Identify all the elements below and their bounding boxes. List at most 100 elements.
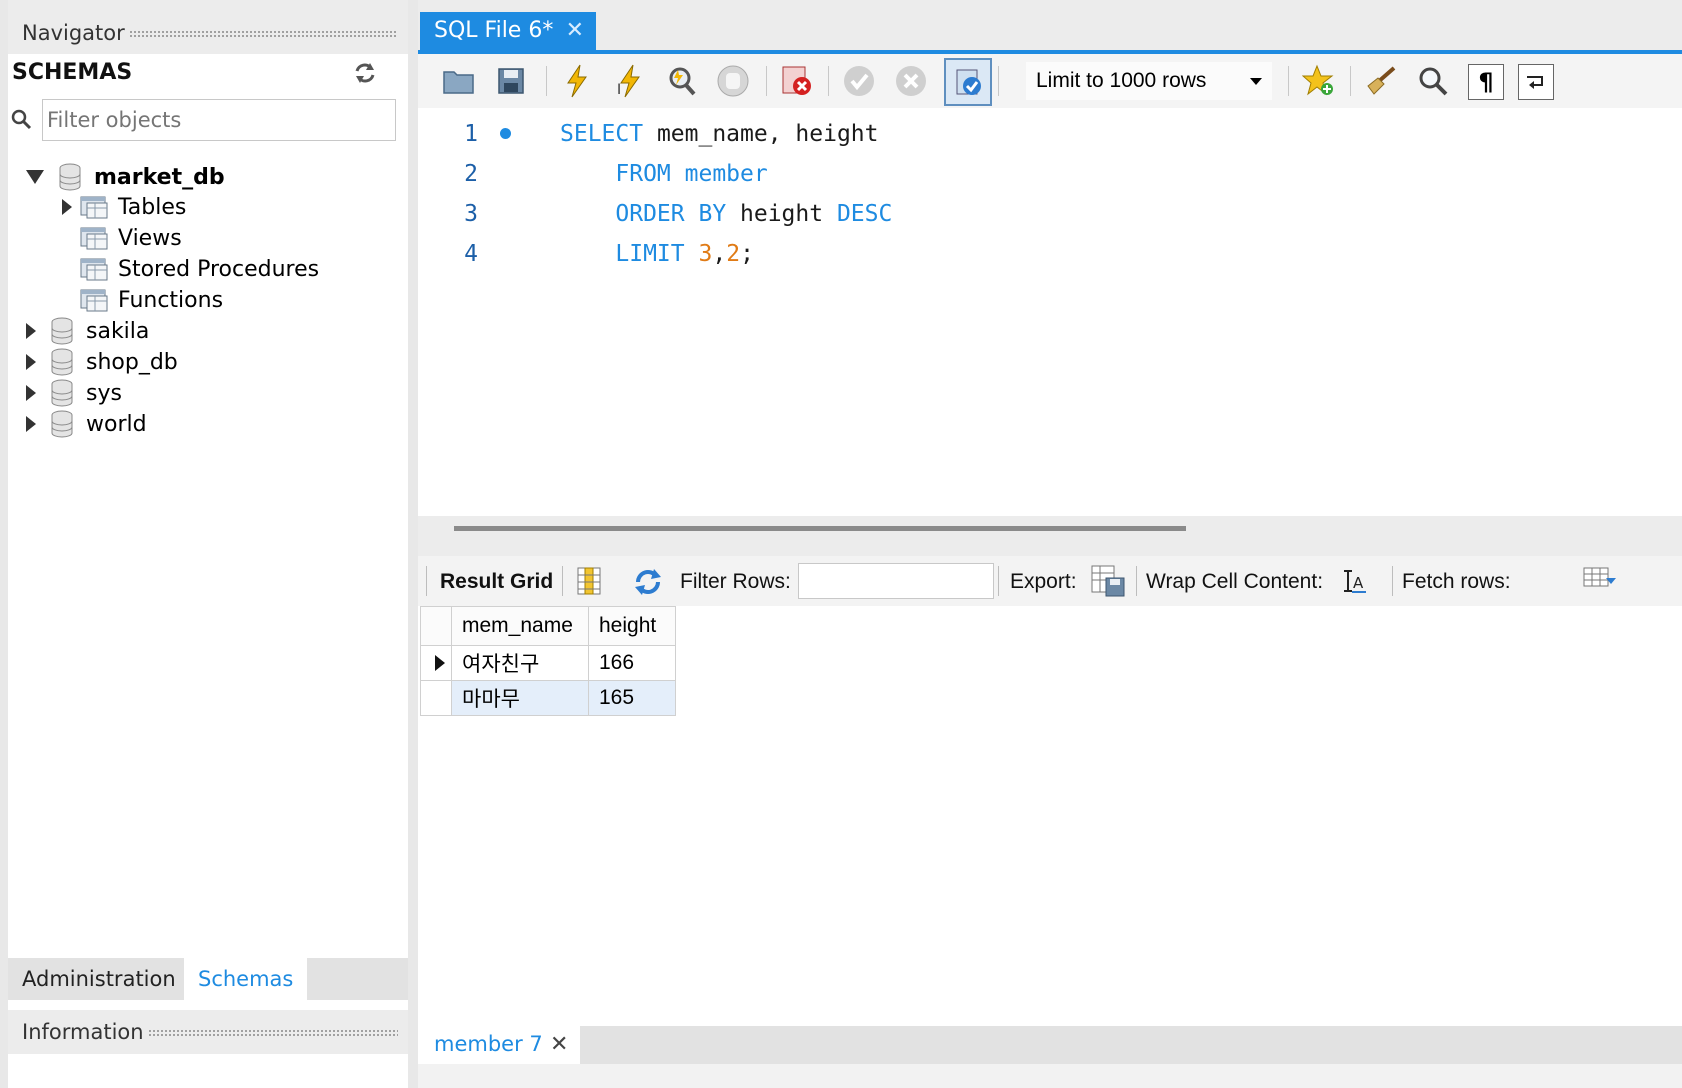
grid-header-row: mem_name height [420,606,676,646]
expand-arrow-icon[interactable] [26,385,36,401]
tab-schemas[interactable]: Schemas [184,958,308,1000]
table-row[interactable]: 여자친구 166 [420,645,676,681]
result-tabstrip [418,1026,1682,1064]
save-icon[interactable] [492,62,530,100]
sql-editor[interactable]: 1 SELECT mem_name, height 2 FROM member 3 O… [418,108,1682,516]
toolbar-separator [828,66,829,96]
header-grip[interactable] [147,1029,398,1037]
collapse-arrow-icon[interactable] [26,170,44,184]
toolbar-separator [998,66,999,96]
schema-item[interactable]: market_db [26,161,225,193]
expand-arrow-icon[interactable] [62,199,72,215]
code-token: ORDER BY [615,201,727,227]
find-icon[interactable] [1414,62,1452,100]
row-selector[interactable] [420,645,452,681]
result-grid-tab[interactable]: Result Grid [440,570,553,594]
tab-administration[interactable]: Administration [8,958,190,1000]
schema-child-item[interactable]: Functions [62,284,223,316]
schema-child-item[interactable]: Tables [62,191,186,223]
expand-arrow-icon[interactable] [26,323,36,339]
folder-icon [80,225,110,251]
invisible-chars-icon[interactable]: ¶ [1468,64,1504,100]
column-header[interactable]: height [588,606,676,646]
code-line[interactable]: 3 ORDER BY height DESC [418,194,1682,234]
expand-arrow-icon[interactable] [26,354,36,370]
wrap-cell-icon[interactable]: A [1342,568,1368,594]
header-grip[interactable] [128,30,398,38]
refresh-icon[interactable] [632,566,664,598]
information-body [8,1054,408,1088]
folder-icon [80,287,110,313]
navigator-title: Navigator [22,21,125,45]
code-token: ; [740,241,754,267]
schema-label: market_db [94,164,225,190]
refresh-icon[interactable] [352,60,378,86]
row-selector-header[interactable] [420,606,452,646]
editor-result-splitter[interactable] [418,516,1682,556]
horizontal-scrollbar[interactable] [454,526,1186,531]
explain-icon[interactable] [662,62,700,100]
navigator-header: Navigator [8,0,408,54]
tab-result-member[interactable]: member 7 ✕ [418,1026,580,1064]
code-line[interactable]: 4 LIMIT 3,2; [418,234,1682,274]
stop-icon[interactable] [714,62,752,100]
fetch-rows-icon[interactable] [1582,564,1618,594]
close-icon[interactable]: ✕ [566,12,584,50]
expand-arrow-icon[interactable] [26,416,36,432]
toolbar-separator [1392,566,1393,596]
toolbar-separator [546,66,547,96]
schema-child-label: Stored Procedures [118,256,320,282]
editor-tabstrip [418,0,1682,52]
tab-sql-file[interactable]: SQL File 6* ✕ [420,12,596,52]
schema-item[interactable]: shop_db [26,346,178,378]
filter-objects-input[interactable] [42,99,396,141]
code-token: SELECT [560,121,644,147]
toolbar-separator [998,566,999,596]
toggle-error-icon[interactable] [778,62,816,100]
execute-icon[interactable] [558,62,596,100]
result-grid: mem_name height 여자친구 166 마마무 165 [420,606,676,716]
line-number: 4 [464,241,478,267]
line-number: 3 [464,201,478,227]
code-text: LIMIT 3,2; [560,234,754,274]
schema-child-item[interactable]: Stored Procedures [62,253,319,285]
search-icon [10,108,34,132]
bookmark-icon[interactable] [1300,62,1338,100]
table-cell[interactable]: 165 [588,680,676,716]
table-row[interactable]: 마마무 165 [420,680,676,716]
schema-child-item[interactable]: Views [62,222,182,254]
schema-item[interactable]: sakila [26,315,149,347]
rollback-icon[interactable] [892,62,930,100]
svg-text:A: A [1353,574,1364,592]
code-text: FROM member [560,154,767,194]
execute-current-icon[interactable]: I [610,62,648,100]
row-selector[interactable] [420,680,452,716]
limit-rows-select[interactable]: Limit to 1000 rows [1026,62,1272,100]
export-icon[interactable] [1090,564,1126,598]
schema-item[interactable]: world [26,408,147,440]
schema-label: sys [86,380,122,406]
database-icon [50,410,74,438]
schema-child-label: Views [118,225,182,251]
wrap-icon[interactable] [1518,64,1554,100]
table-cell[interactable]: 166 [588,645,676,681]
output-panel [418,1064,1682,1088]
schema-label: sakila [86,318,150,344]
filter-rows-input[interactable] [798,563,994,599]
table-cell[interactable]: 마마무 [451,680,589,716]
grid-view-icon[interactable] [576,566,602,596]
code-token: 2 [726,241,741,267]
table-cell[interactable]: 여자친구 [451,645,589,681]
commit-icon[interactable] [840,62,878,100]
code-line[interactable]: 1 SELECT mem_name, height [418,114,1682,154]
column-header[interactable]: mem_name [451,606,589,646]
autocommit-icon[interactable] [944,58,992,106]
open-folder-icon[interactable] [440,62,478,100]
folder-icon [80,194,110,220]
information-panel: Information [8,1010,408,1054]
schema-item[interactable]: sys [26,377,122,409]
code-line[interactable]: 2 FROM member [418,154,1682,194]
close-icon[interactable]: ✕ [550,1032,568,1057]
beautify-icon[interactable] [1362,62,1400,100]
